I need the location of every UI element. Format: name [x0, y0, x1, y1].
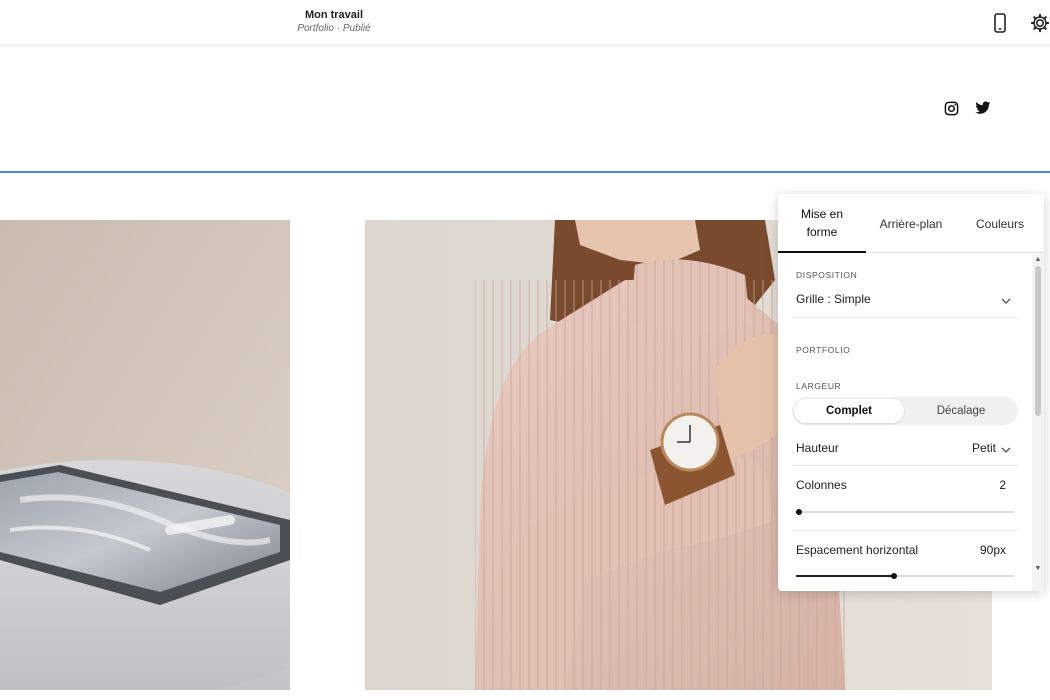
- slider-thumb[interactable]: [796, 509, 802, 515]
- slider-thumb[interactable]: [891, 573, 897, 579]
- scroll-up-icon[interactable]: ▲: [1034, 256, 1042, 264]
- tab-mise-en-forme[interactable]: Mise en forme: [778, 194, 866, 253]
- instagram-icon[interactable]: [942, 99, 960, 117]
- tab-couleurs[interactable]: Couleurs: [956, 194, 1044, 253]
- gear-icon[interactable]: [1029, 12, 1050, 34]
- scroll-down-icon[interactable]: ▼: [1034, 565, 1042, 573]
- spacing-value: 90px: [979, 543, 1006, 557]
- page-status: Portfolio · Publié: [297, 23, 371, 34]
- scroll-thumb[interactable]: [1035, 266, 1041, 416]
- height-label: Hauteur: [796, 441, 839, 455]
- width-option-complet[interactable]: Complet: [794, 399, 904, 423]
- columns-slider[interactable]: [796, 509, 1014, 515]
- design-panel: Mise en forme Arrière-plan Couleurs DISP…: [778, 194, 1044, 591]
- layout-select[interactable]: Grille : Simple: [796, 292, 871, 306]
- panel-scrollbar[interactable]: ▲ ▼: [1032, 254, 1044, 591]
- tab-arriere-plan[interactable]: Arrière-plan: [866, 194, 956, 253]
- chevron-down-icon[interactable]: [1000, 294, 1012, 306]
- divider: [792, 465, 1018, 466]
- spacing-label: Espacement horizontal: [796, 543, 919, 557]
- site-header: [0, 47, 1050, 171]
- width-option-decalage[interactable]: Décalage: [906, 399, 1016, 423]
- tab-label: Arrière-plan: [879, 216, 943, 231]
- divider: [792, 317, 1018, 318]
- page-title: Mon travail: [304, 9, 364, 21]
- panel-content: DISPOSITION Grille : Simple PORTFOLIO LA…: [778, 254, 1044, 591]
- tab-label: Mise en forme: [800, 206, 844, 239]
- plate-photo[interactable]: [0, 220, 290, 690]
- twitter-icon[interactable]: [974, 99, 992, 117]
- width-label: LARGEUR: [796, 381, 842, 391]
- chevron-down-icon[interactable]: [1000, 443, 1012, 455]
- height-select[interactable]: Petit: [948, 441, 996, 455]
- spacing-slider[interactable]: [796, 573, 1014, 579]
- portfolio-label: PORTFOLIO: [796, 345, 851, 355]
- width-segmented-control: Complet Décalage: [792, 397, 1018, 425]
- tab-label: Couleurs: [975, 216, 1025, 231]
- divider: [792, 530, 1018, 531]
- columns-label: Colonnes: [796, 478, 847, 492]
- slider-fill: [796, 575, 894, 577]
- editor-topbar: Mon travail Portfolio · Publié: [0, 0, 1050, 46]
- columns-value: 2: [999, 478, 1006, 492]
- layout-label: DISPOSITION: [796, 270, 858, 280]
- mobile-icon[interactable]: [989, 12, 1011, 34]
- panel-tabs: Mise en forme Arrière-plan Couleurs: [778, 194, 1044, 253]
